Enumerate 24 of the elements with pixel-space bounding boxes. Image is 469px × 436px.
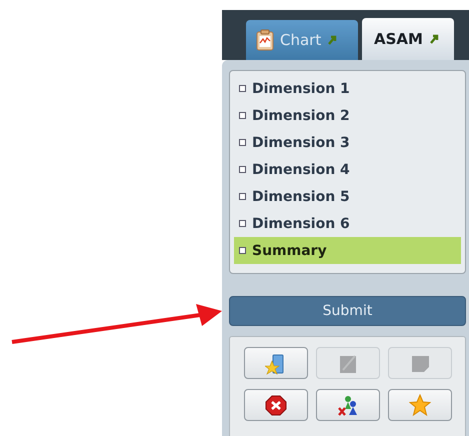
star-icon [409, 394, 431, 416]
list-item[interactable]: Dimension 3 [234, 129, 461, 156]
bullet-icon [239, 166, 246, 173]
bullet-icon [239, 220, 246, 227]
popout-icon [428, 34, 439, 44]
toolbar-button[interactable] [316, 389, 380, 421]
popout-icon [327, 35, 338, 45]
bullet-icon [239, 247, 246, 254]
list-item[interactable]: Dimension 4 [234, 156, 461, 183]
tab[interactable]: ASAM [362, 18, 454, 60]
list-item[interactable]: Dimension 2 [234, 102, 461, 129]
toolbar-button[interactable] [244, 389, 308, 421]
pawns-icon [337, 394, 359, 416]
list-item[interactable]: Summary [234, 237, 461, 264]
list-item[interactable]: Dimension 6 [234, 210, 461, 237]
list-item[interactable]: Dimension 5 [234, 183, 461, 210]
close-icon [265, 394, 287, 416]
list-item[interactable]: Dimension 1 [234, 75, 461, 102]
clipboard-icon [256, 29, 274, 51]
bullet-icon [239, 112, 246, 119]
bullet-icon [239, 85, 246, 92]
bullet-icon [239, 139, 246, 146]
bullet-icon [239, 193, 246, 200]
submit-button[interactable]: Submit [229, 296, 466, 326]
